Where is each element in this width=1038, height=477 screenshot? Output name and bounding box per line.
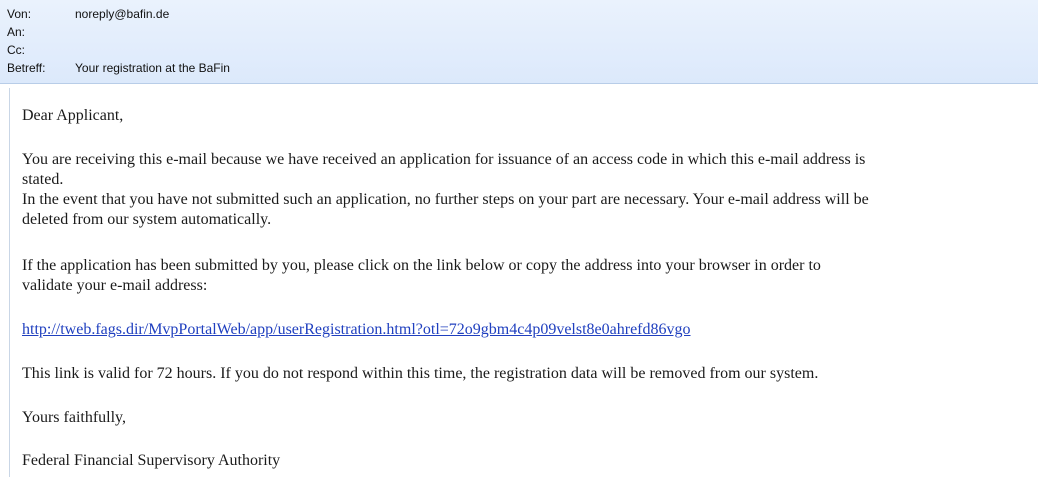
subject-row: Betreff: Your registration at the BaFin: [0, 59, 1038, 77]
subject-label: Betreff:: [7, 61, 46, 75]
to-row: An:: [0, 23, 1038, 41]
cc-label: Cc:: [7, 43, 25, 57]
paragraph-2-line-2: validate your e-mail address:: [22, 277, 208, 294]
cc-row: Cc:: [0, 41, 1038, 59]
validation-link[interactable]: http://tweb.fags.dir/MvpPortalWeb/app/us…: [22, 320, 691, 340]
paragraph-1-line-1: You are receiving this e-mail because we…: [22, 151, 866, 168]
closing: Yours faithfully,: [22, 409, 127, 426]
subject-value: Your registration at the BaFin: [75, 61, 230, 75]
from-row: Von: noreply@bafin.de: [0, 5, 1038, 23]
paragraph-2-line-1: If the application has been submitted by…: [22, 257, 821, 274]
email-body: Dear Applicant, You are receiving this e…: [9, 88, 1038, 477]
from-address[interactable]: noreply@bafin.de: [75, 5, 169, 23]
paragraph-1-line-2: stated.: [22, 171, 64, 188]
to-label: An:: [7, 25, 26, 39]
paragraph-1-line-3: In the event that you have not submitted…: [22, 191, 869, 208]
email-message-window: Von: noreply@bafin.de An: Cc: Betreff: Y…: [0, 0, 1038, 477]
greeting: Dear Applicant,: [22, 107, 124, 124]
email-header: Von: noreply@bafin.de An: Cc: Betreff: Y…: [0, 0, 1038, 84]
paragraph-1-line-4: deleted from our system automatically.: [22, 211, 272, 228]
validity-notice: This link is valid for 72 hours. If you …: [22, 365, 819, 382]
from-label: Von:: [7, 7, 32, 21]
signature: Federal Financial Supervisory Authority: [22, 452, 281, 469]
